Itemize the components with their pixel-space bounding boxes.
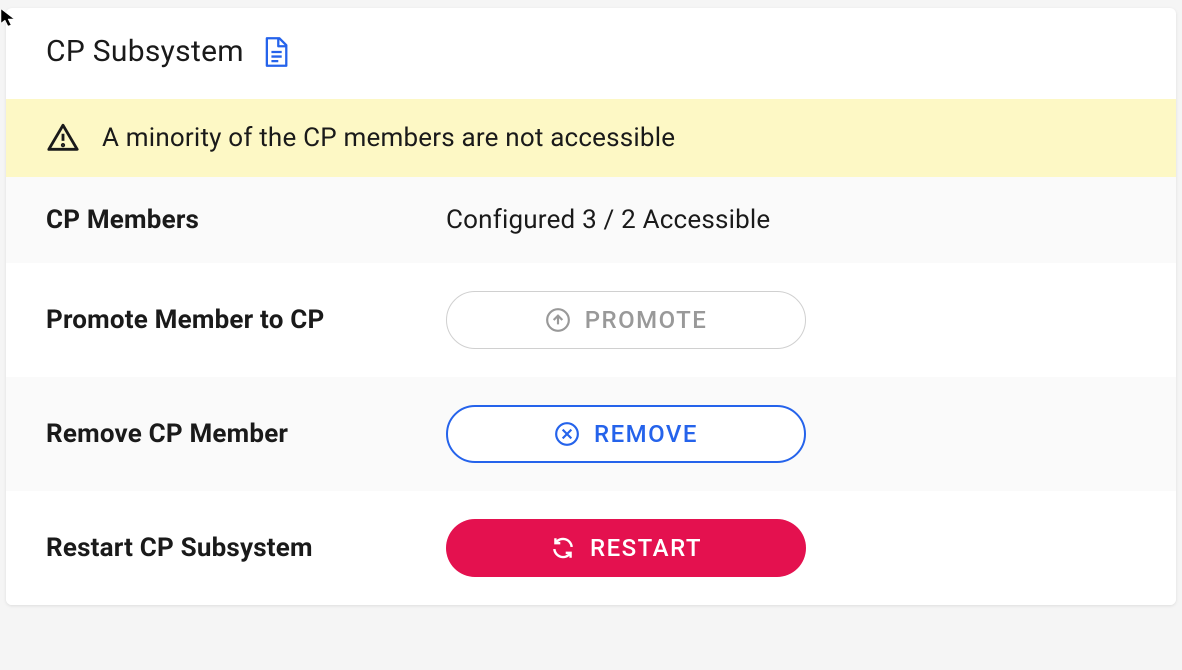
warning-triangle-icon [46,121,80,155]
alert-banner: A minority of the CP members are not acc… [6,99,1176,177]
x-circle-icon [554,421,580,447]
promote-button-label: PROMOTE [585,306,708,334]
remove-button[interactable]: REMOVE [446,405,806,463]
restart-button[interactable]: RESTART [446,519,806,577]
restart-button-label: RESTART [590,534,702,562]
remove-row: Remove CP Member REMOVE [6,377,1176,491]
promote-button[interactable]: PROMOTE [446,291,806,349]
promote-row: Promote Member to CP PROMOTE [6,263,1176,377]
restart-label: Restart CP Subsystem [46,533,426,563]
cp-members-value: Configured 3 / 2 Accessible [446,205,770,235]
cp-members-row: CP Members Configured 3 / 2 Accessible [6,177,1176,263]
panel-header: CP Subsystem [6,8,1176,99]
refresh-icon [550,535,576,561]
alert-message: A minority of the CP members are not acc… [102,123,675,153]
promote-label: Promote Member to CP [46,305,426,335]
arrow-up-circle-icon [545,307,571,333]
mouse-cursor [0,8,20,28]
page-title: CP Subsystem [46,34,244,69]
cp-subsystem-panel: CP Subsystem A minority of the CP member… [6,8,1176,605]
remove-button-label: REMOVE [594,420,698,448]
remove-label: Remove CP Member [46,419,426,449]
document-icon[interactable] [262,36,290,68]
cp-members-label: CP Members [46,205,426,235]
restart-row: Restart CP Subsystem RESTART [6,491,1176,605]
